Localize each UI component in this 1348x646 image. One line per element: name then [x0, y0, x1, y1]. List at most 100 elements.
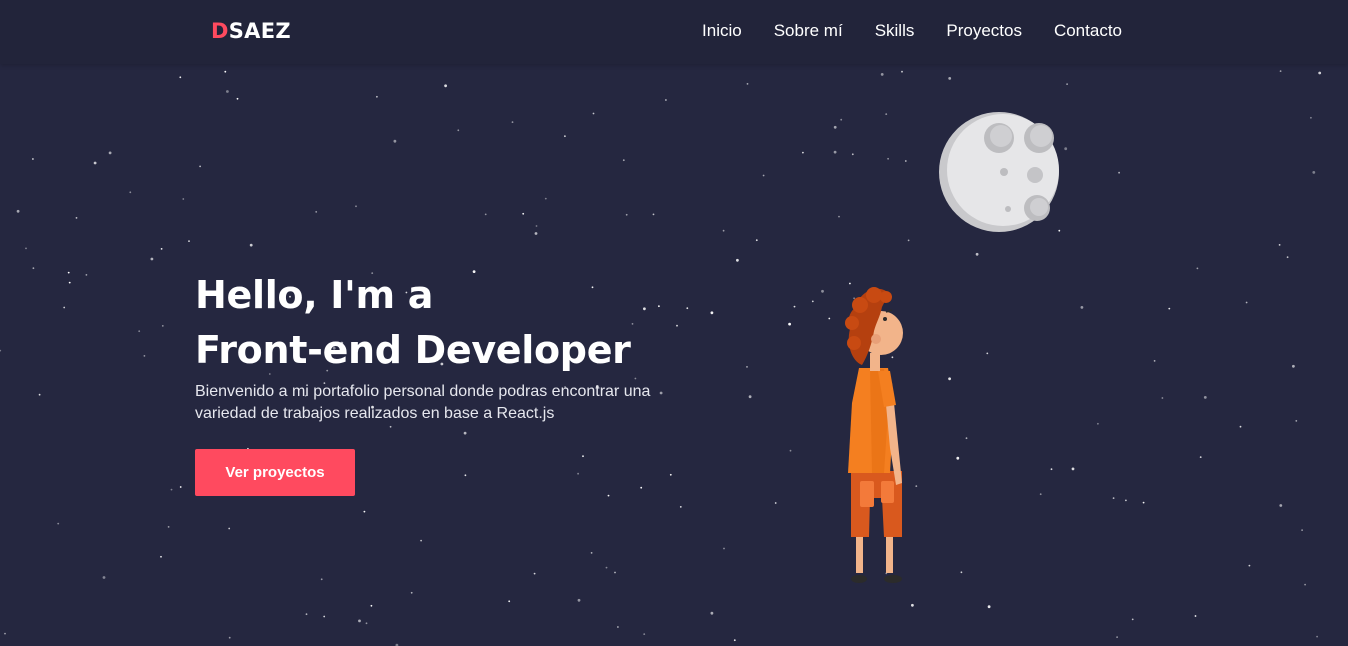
star	[987, 605, 991, 609]
star	[904, 160, 907, 162]
star	[774, 502, 777, 504]
star	[1286, 256, 1289, 259]
star	[948, 77, 952, 80]
moon-illustration	[939, 112, 1059, 232]
star	[67, 271, 70, 274]
star	[1245, 301, 1248, 304]
hero-subtitle: Bienvenido a mi portafolio personal dond…	[195, 381, 675, 425]
logo-text: SAEZ	[228, 19, 291, 43]
star	[1118, 171, 1120, 174]
star	[1304, 583, 1306, 586]
star	[582, 455, 584, 458]
star	[508, 600, 511, 603]
star	[975, 252, 979, 256]
star	[236, 97, 239, 100]
star	[363, 510, 366, 513]
star	[564, 135, 566, 138]
star	[365, 622, 368, 625]
star	[1301, 529, 1303, 531]
star	[228, 636, 231, 639]
star	[956, 456, 960, 460]
star	[658, 305, 660, 308]
star	[986, 352, 989, 355]
ver-proyectos-button[interactable]: Ver proyectos	[195, 449, 355, 496]
star	[16, 209, 20, 213]
logo-accent: D	[211, 19, 229, 43]
star	[160, 555, 162, 558]
star	[224, 70, 227, 73]
star	[733, 639, 736, 642]
star	[1066, 83, 1068, 85]
star	[622, 159, 625, 162]
star	[710, 611, 714, 615]
star	[85, 274, 88, 276]
star	[665, 99, 667, 101]
hero-subtitle-line-2: variedad de trabajos realizados en base …	[195, 405, 555, 422]
star	[811, 300, 814, 303]
nav-link-contacto[interactable]: Contacto	[1054, 21, 1122, 41]
star	[840, 118, 843, 121]
star	[669, 473, 672, 476]
star	[679, 506, 682, 508]
hero-title-line-1: Hello, I'm a	[195, 273, 434, 317]
star	[851, 153, 854, 156]
star	[788, 322, 791, 326]
logo[interactable]: DSAEZ	[211, 19, 291, 43]
nav-link-skills[interactable]: Skills	[875, 21, 915, 41]
star	[590, 552, 593, 554]
star	[32, 158, 34, 160]
star	[1131, 618, 1134, 621]
star	[143, 355, 146, 357]
star	[605, 566, 608, 569]
star	[535, 225, 538, 227]
star	[4, 632, 6, 635]
star	[634, 377, 637, 380]
star	[1194, 615, 1197, 617]
star	[748, 395, 752, 399]
hero-title-line-2: Front-end Developer	[195, 328, 631, 372]
star	[199, 165, 202, 168]
nav-link-inicio[interactable]: Inicio	[702, 21, 742, 41]
star	[885, 113, 888, 115]
star	[544, 197, 547, 200]
star	[150, 257, 154, 261]
star	[32, 267, 35, 270]
star	[160, 248, 163, 250]
star	[1039, 493, 1042, 496]
star	[102, 576, 106, 579]
star	[607, 494, 610, 497]
star	[901, 70, 903, 73]
star	[746, 83, 749, 85]
nav-link-sobre-mi[interactable]: Sobre mí	[774, 21, 843, 41]
star	[617, 626, 619, 628]
star	[226, 90, 229, 93]
star	[393, 139, 397, 143]
star	[652, 213, 655, 216]
star	[577, 472, 579, 475]
star	[320, 578, 323, 581]
star	[463, 431, 467, 435]
star	[1292, 364, 1295, 368]
star	[188, 240, 190, 243]
star	[484, 213, 487, 216]
star	[1279, 70, 1282, 72]
nav-link-proyectos[interactable]: Proyectos	[946, 21, 1022, 41]
boy-illustration	[845, 287, 903, 583]
star	[1112, 497, 1115, 499]
star	[1318, 71, 1322, 75]
star	[1279, 504, 1283, 507]
star	[63, 306, 66, 309]
star	[1050, 468, 1053, 471]
star	[108, 151, 112, 155]
star	[625, 213, 628, 216]
star	[1080, 306, 1084, 309]
star	[75, 217, 78, 219]
hero-subtitle-line-1: Bienvenido a mi portafolio personal dond…	[195, 383, 651, 400]
star	[1310, 116, 1312, 119]
star	[1097, 422, 1099, 425]
star	[643, 307, 646, 311]
star	[640, 486, 643, 489]
star	[577, 598, 581, 602]
star	[522, 212, 525, 215]
star	[444, 84, 447, 88]
